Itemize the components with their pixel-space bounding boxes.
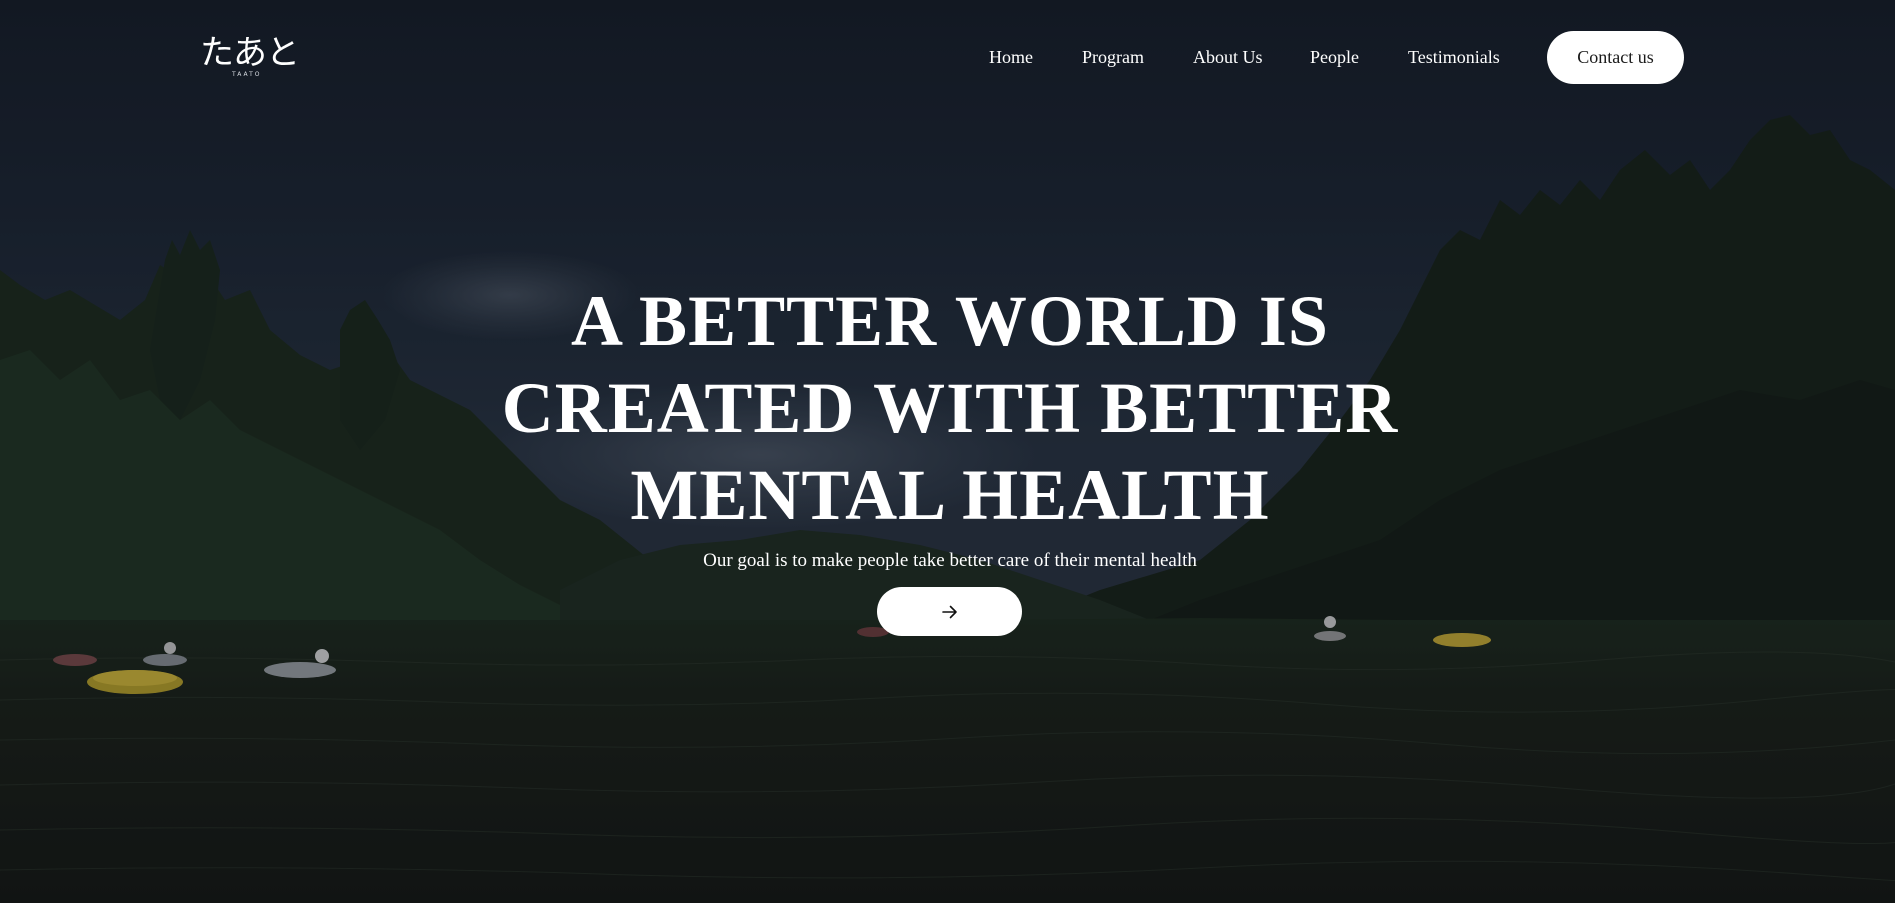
contact-us-button[interactable]: Contact us [1547,31,1684,84]
nav-link-testimonials[interactable]: Testimonials [1408,44,1500,70]
logo-subtext: TAATO [232,71,262,78]
hero-headline: A BETTER WORLD IS CREATED WITH BETTER ME… [400,278,1500,539]
nav-link-people[interactable]: People [1310,44,1359,70]
headline-line: MENTAL HEALTH [630,455,1270,535]
hero-section: たあと TAATO Home Program About Us People T… [0,0,1895,903]
hero-cta-button[interactable] [877,587,1022,636]
hero-subtitle: Our goal is to make people take better c… [703,550,1197,571]
navbar: たあと TAATO Home Program About Us People T… [0,0,1895,115]
headline-line: CREATED WITH BETTER [501,368,1399,448]
nav-link-about-us[interactable]: About Us [1193,44,1263,70]
nav-link-program[interactable]: Program [1082,44,1144,70]
logo[interactable]: たあと TAATO [200,33,300,81]
arrow-right-icon [941,605,957,618]
nav-link-home[interactable]: Home [989,44,1033,70]
headline-line: A BETTER WORLD IS [571,281,1329,361]
logo-mark: たあと [200,33,300,73]
